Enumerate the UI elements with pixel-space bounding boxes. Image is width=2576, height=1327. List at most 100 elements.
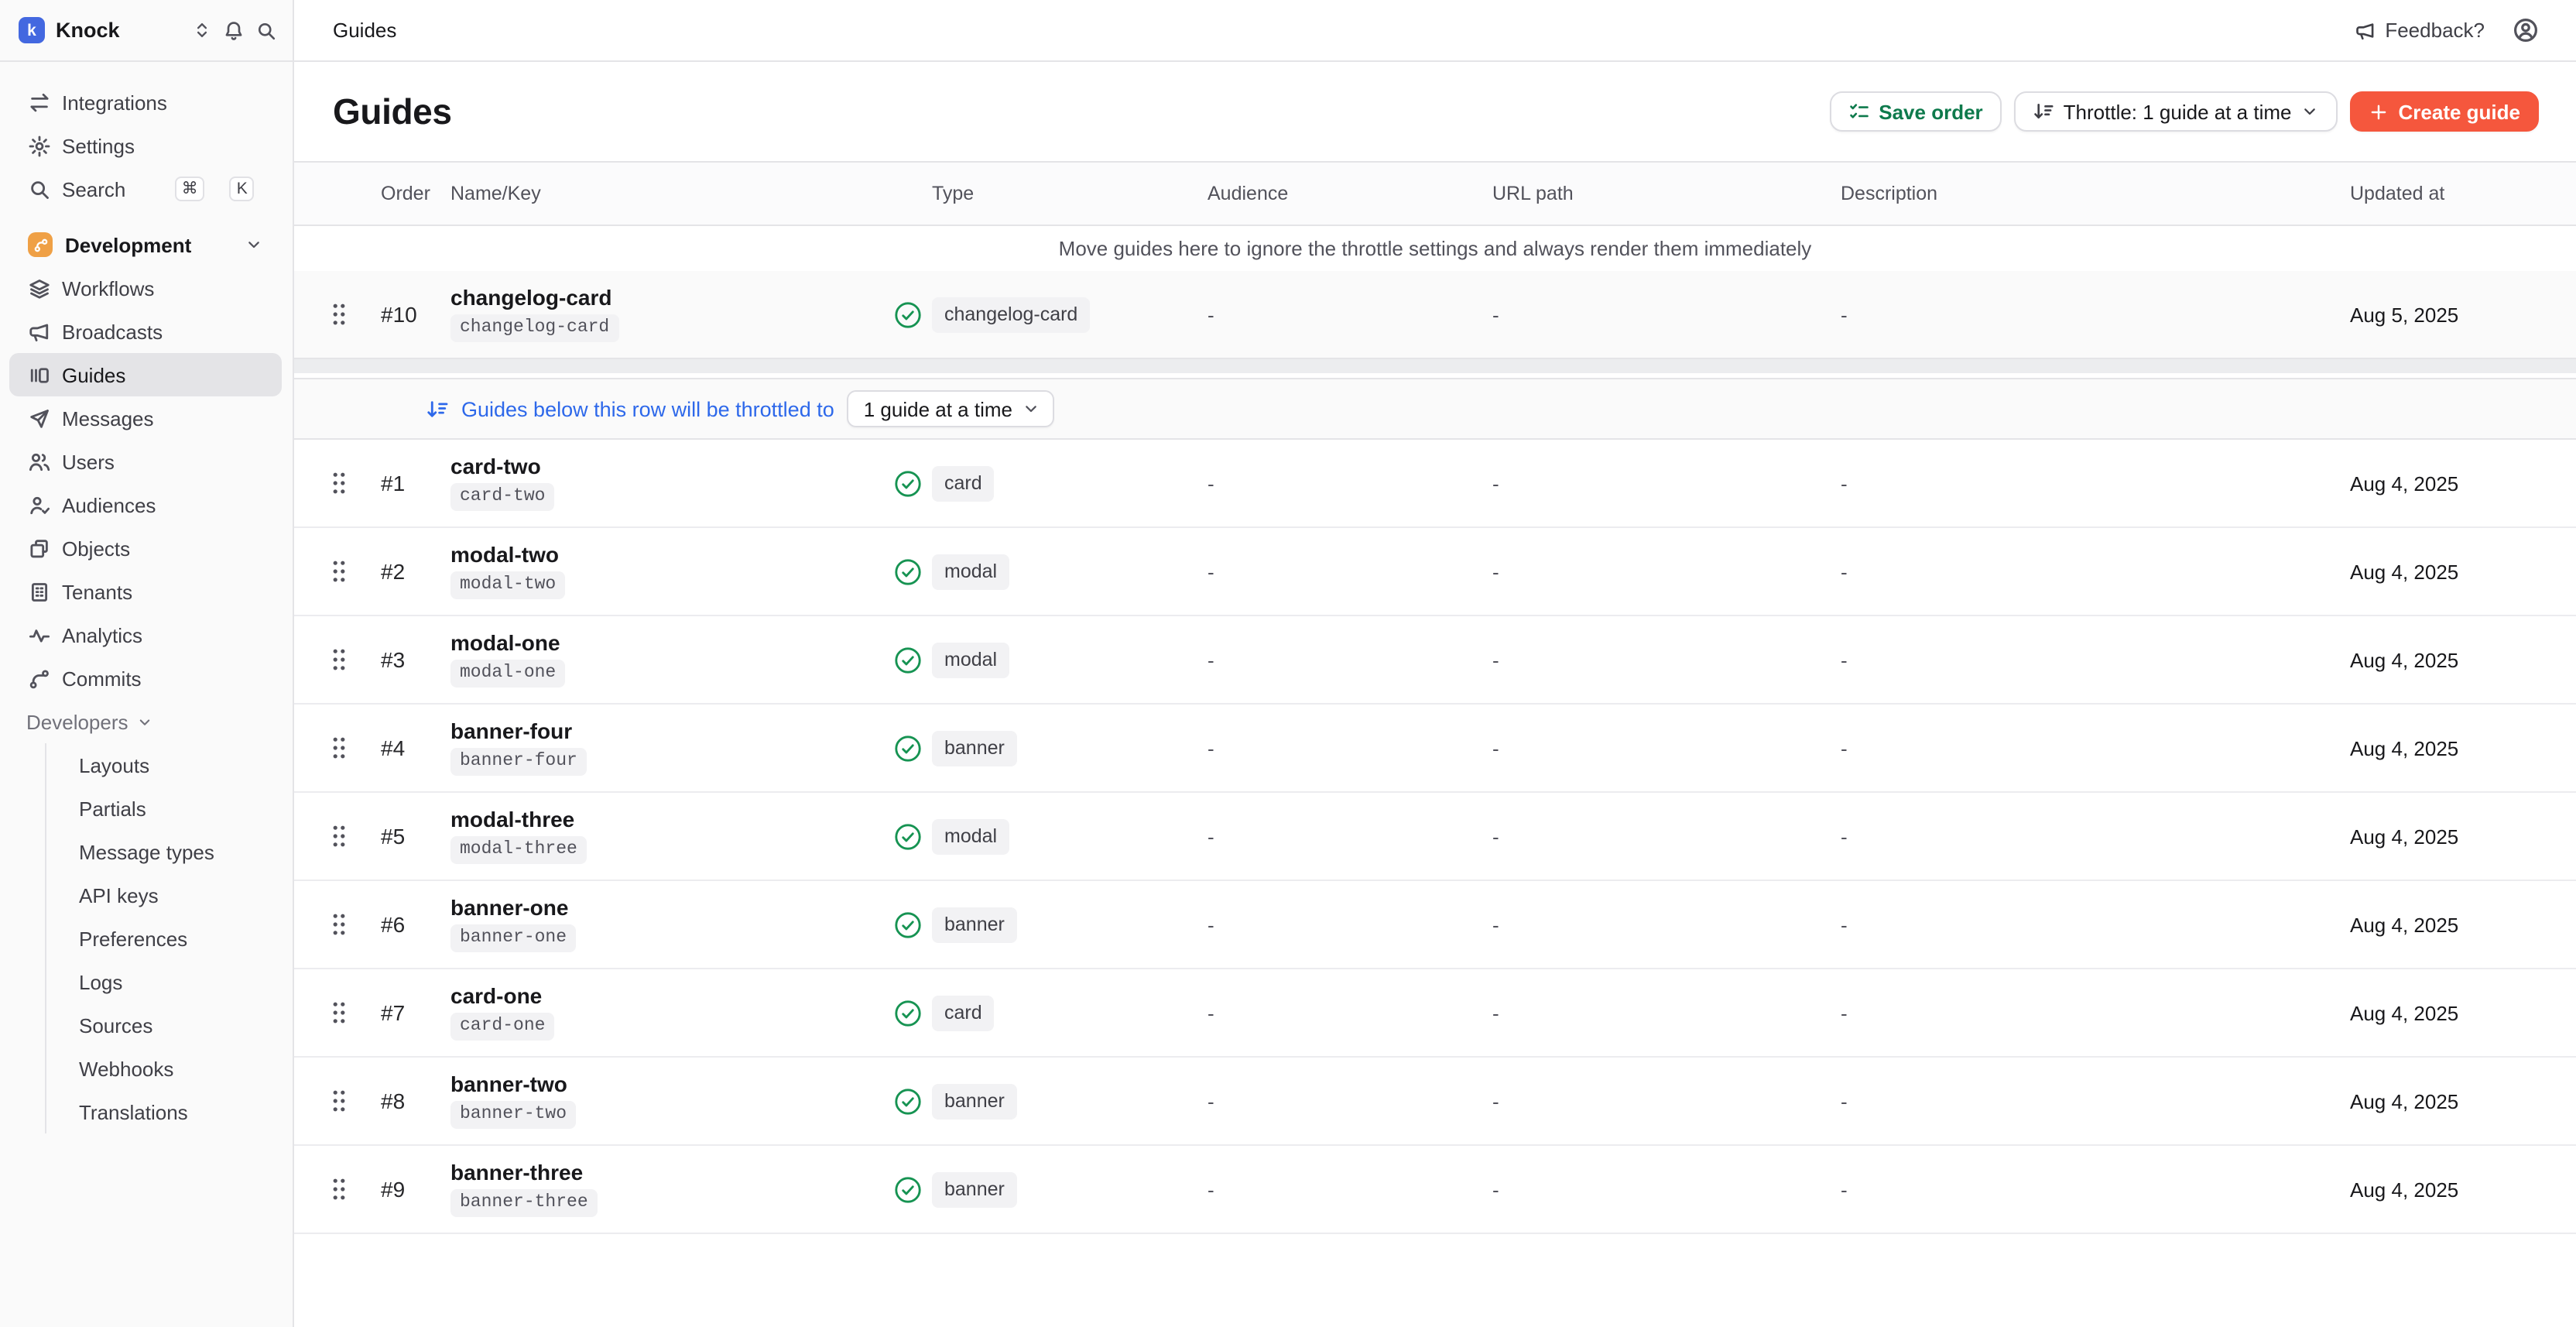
drag-handle-icon[interactable] — [331, 912, 359, 937]
updated-at-value: Aug 4, 2025 — [2344, 736, 2539, 760]
sidebar-item-translations[interactable]: Translations — [46, 1090, 293, 1133]
url-path-value: - — [1483, 913, 1830, 936]
search-icon[interactable] — [255, 19, 277, 41]
sidebar-item-api-keys[interactable]: API keys — [46, 873, 293, 917]
guide-name: banner-two — [450, 1072, 567, 1094]
guide-name: banner-four — [450, 719, 572, 741]
save-order-button[interactable]: Save order — [1829, 91, 2001, 132]
order-number: #6 — [368, 912, 440, 937]
environment-switcher[interactable]: Development — [9, 223, 282, 266]
status-check-icon — [886, 645, 929, 674]
drag-handle-icon[interactable] — [331, 736, 359, 760]
throttle-count-dropdown[interactable]: 1 guide at a time — [847, 390, 1054, 427]
drag-handle-icon[interactable] — [331, 1177, 359, 1202]
drag-handle-icon[interactable] — [331, 471, 359, 495]
feedback-label: Feedback? — [2385, 19, 2485, 42]
sidebar-item-integrations[interactable]: Integrations — [9, 81, 282, 124]
updated-at-value: Aug 4, 2025 — [2344, 1178, 2539, 1201]
throttle-dropdown-button[interactable]: Throttle: 1 guide at a time — [2014, 91, 2338, 132]
guide-row[interactable]: #3modal-onemodal-onemodal---Aug 4, 2025 — [294, 616, 2576, 705]
notifications-bell-icon[interactable] — [223, 19, 245, 41]
url-path-value: - — [1483, 1001, 1830, 1024]
sidebar-item-users[interactable]: Users — [9, 440, 282, 483]
updated-at-value: Aug 5, 2025 — [2344, 303, 2539, 326]
audience-value: - — [1195, 736, 1483, 760]
type-badge: banner — [932, 1171, 1017, 1207]
sidebar-item-analytics[interactable]: Analytics — [9, 613, 282, 657]
developers-section-toggle[interactable]: Developers — [0, 700, 293, 743]
sidebar-item-broadcasts[interactable]: Broadcasts — [9, 310, 282, 353]
url-path-value: - — [1483, 1089, 1830, 1113]
sidebar-item-workflows[interactable]: Workflows — [9, 266, 282, 310]
guide-row[interactable]: #5modal-threemodal-threemodal---Aug 4, 2… — [294, 793, 2576, 881]
description-value: - — [1830, 1001, 2344, 1024]
guide-key-badge: banner-one — [450, 924, 576, 953]
guide-name-cell: card-onecard-one — [440, 984, 886, 1041]
guide-row[interactable]: #7card-onecard-onecard---Aug 4, 2025 — [294, 969, 2576, 1058]
guide-row[interactable]: #2modal-twomodal-twomodal---Aug 4, 2025 — [294, 528, 2576, 616]
sidebar-item-preferences[interactable]: Preferences — [46, 917, 293, 960]
sidebar-item-label: Objects — [62, 537, 130, 560]
updated-at-value: Aug 4, 2025 — [2344, 1089, 2539, 1113]
sidebar-item-label: Audiences — [62, 493, 156, 516]
sidebar-item-message-types[interactable]: Message types — [46, 830, 293, 873]
sidebar-item-settings[interactable]: Settings — [9, 124, 282, 167]
drag-handle-icon[interactable] — [331, 302, 359, 327]
sidebar-item-label: Users — [62, 450, 115, 473]
guide-key-badge: modal-two — [450, 571, 565, 600]
sidebar-item-objects[interactable]: Objects — [9, 526, 282, 570]
status-check-icon — [886, 998, 929, 1027]
chevron-down-icon — [136, 713, 153, 730]
settings-icon — [28, 134, 51, 157]
drag-handle-icon[interactable] — [331, 647, 359, 672]
sidebar-item-search[interactable]: Search⌘ K — [9, 167, 282, 211]
sidebar-item-logs[interactable]: Logs — [46, 960, 293, 1003]
guides-icon — [28, 363, 51, 386]
user-avatar[interactable] — [2513, 17, 2539, 43]
breadcrumb[interactable]: Guides — [333, 19, 396, 42]
audience-value: - — [1195, 1001, 1483, 1024]
sidebar-item-webhooks[interactable]: Webhooks — [46, 1047, 293, 1090]
audience-value: - — [1195, 471, 1483, 495]
workspace-select-icon[interactable] — [192, 20, 212, 40]
sidebar-item-layouts[interactable]: Layouts — [46, 743, 293, 787]
sidebar-item-label: Commits — [62, 667, 142, 690]
order-number: #8 — [368, 1089, 440, 1113]
column-header-description: Description — [1830, 183, 2344, 204]
sidebar-item-audiences[interactable]: Audiences — [9, 483, 282, 526]
page-header: Guides Save order Throttle: 1 guide at a… — [294, 62, 2576, 161]
guide-row[interactable]: #10changelog-cardchangelog-cardchangelog… — [294, 271, 2576, 359]
tenants-icon — [28, 580, 51, 603]
sidebar-item-tenants[interactable]: Tenants — [9, 570, 282, 613]
users-icon — [28, 450, 51, 473]
workspace-switcher[interactable]: k Knock — [0, 0, 294, 62]
guide-row[interactable]: #6banner-onebanner-onebanner---Aug 4, 20… — [294, 881, 2576, 969]
description-value: - — [1830, 825, 2344, 848]
guide-row[interactable]: #8banner-twobanner-twobanner---Aug 4, 20… — [294, 1058, 2576, 1146]
url-path-value: - — [1483, 648, 1830, 671]
sidebar-item-sources[interactable]: Sources — [46, 1003, 293, 1047]
sidebar-item-guides[interactable]: Guides — [9, 353, 282, 396]
type-badge: banner — [932, 1083, 1017, 1119]
create-guide-button[interactable]: Create guide — [2351, 91, 2540, 132]
status-check-icon — [886, 910, 929, 939]
guide-row[interactable]: #9banner-threebanner-threebanner---Aug 4… — [294, 1146, 2576, 1234]
sidebar-item-messages[interactable]: Messages — [9, 396, 282, 440]
status-check-icon — [886, 468, 929, 498]
guide-row[interactable]: #1card-twocard-twocard---Aug 4, 2025 — [294, 440, 2576, 528]
guide-name-cell: modal-onemodal-one — [440, 631, 886, 688]
guide-row[interactable]: #4banner-fourbanner-fourbanner---Aug 4, … — [294, 705, 2576, 793]
chevron-down-icon — [2301, 102, 2320, 121]
url-path-value: - — [1483, 560, 1830, 583]
drag-handle-icon[interactable] — [331, 1000, 359, 1025]
drag-handle-icon[interactable] — [331, 824, 359, 849]
guide-rows-section: #1card-twocard-twocard---Aug 4, 2025#2mo… — [294, 440, 2576, 1234]
drag-handle-icon[interactable] — [331, 1089, 359, 1113]
order-number: #7 — [368, 1000, 440, 1025]
drag-handle-icon[interactable] — [331, 559, 359, 584]
feedback-button[interactable]: Feedback? — [2354, 19, 2485, 42]
sidebar-item-partials[interactable]: Partials — [46, 787, 293, 830]
sidebar-item-commits[interactable]: Commits — [9, 657, 282, 700]
type-badge: modal — [932, 554, 1009, 589]
guide-key-badge: card-two — [450, 482, 554, 512]
